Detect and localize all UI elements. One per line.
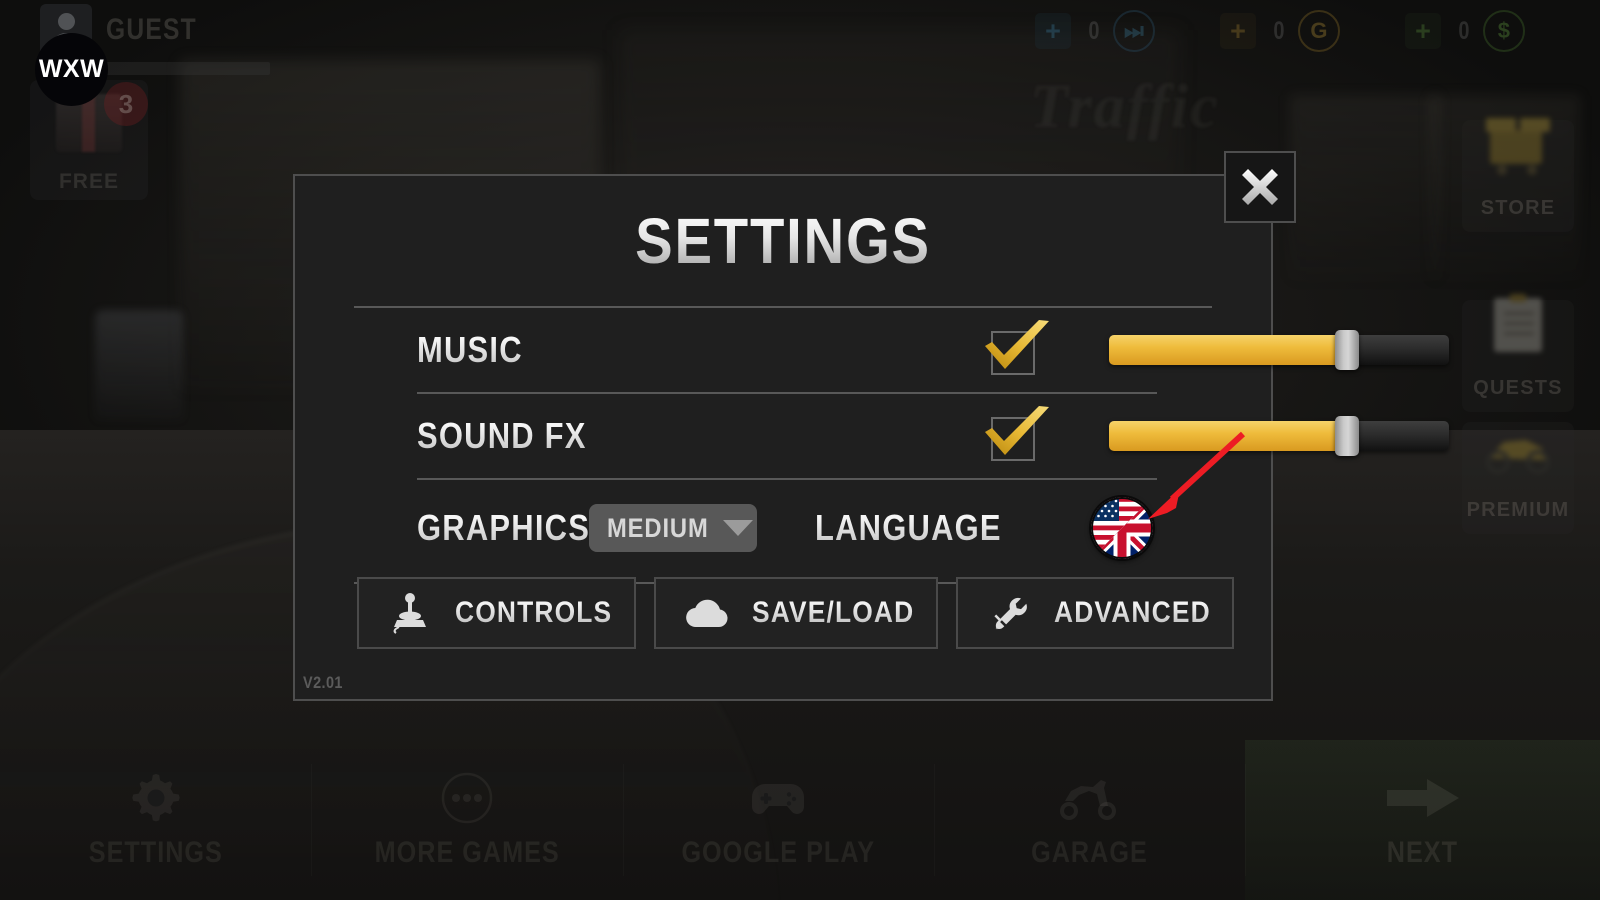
sound-fx-checkbox[interactable] bbox=[979, 405, 1053, 467]
top-hud-bar: GUEST + 0 ⏭ + 0 G + 0 $ bbox=[0, 0, 1600, 75]
row-sound-fx: SOUND FX bbox=[417, 394, 1449, 478]
settings-dialog: SETTINGS MUSIC SOUND FX GRAPHICS MEDIUM … bbox=[293, 174, 1449, 701]
arrow-right-icon bbox=[1383, 770, 1463, 826]
add-cash-button[interactable]: + bbox=[1405, 13, 1441, 49]
nav-item-next[interactable]: NEXT bbox=[1245, 740, 1600, 900]
row-music: MUSIC bbox=[417, 308, 1449, 392]
chevron-down-icon bbox=[722, 520, 753, 536]
advanced-button[interactable]: ADVANCED bbox=[956, 577, 1235, 649]
watermark-badge: WXW bbox=[35, 33, 108, 106]
currency-skip[interactable]: + 0 ⏭ bbox=[1035, 10, 1155, 52]
nav-label-garage: GARAGE bbox=[1031, 836, 1148, 869]
gift-label: FREE bbox=[58, 170, 119, 193]
music-volume-slider[interactable] bbox=[1109, 330, 1449, 370]
advanced-label: ADVANCED bbox=[1054, 596, 1212, 629]
wrench-icon bbox=[986, 590, 1032, 636]
gold-checkmark-icon bbox=[985, 406, 1049, 455]
currency-cash[interactable]: + 0 $ bbox=[1405, 10, 1525, 52]
rail-item-store[interactable]: STORE bbox=[1462, 118, 1574, 232]
rail-label-quests: QUESTS bbox=[1473, 377, 1563, 399]
rail-label-store: STORE bbox=[1480, 197, 1556, 219]
rail-item-quests[interactable]: QUESTS bbox=[1462, 294, 1574, 412]
game-screen: Traffic GUEST + 0 ⏭ + 0 G + 0 $ 3 FREE S… bbox=[0, 0, 1600, 900]
controls-label: CONTROLS bbox=[455, 596, 613, 629]
nav-item-more-games[interactable]: MORE GAMES bbox=[311, 740, 622, 900]
profile-name: GUEST bbox=[106, 13, 197, 46]
cloud-upload-icon bbox=[684, 590, 730, 636]
music-slider-handle[interactable] bbox=[1335, 330, 1359, 370]
skip-token-icon: ⏭ bbox=[1112, 10, 1155, 52]
close-dialog-button[interactable] bbox=[1224, 151, 1296, 223]
row-graphics-language: GRAPHICS MEDIUM LANGUAGE bbox=[417, 480, 1271, 576]
premium-bike-icon bbox=[1486, 440, 1550, 474]
nav-label-more-games: MORE GAMES bbox=[374, 836, 560, 869]
more-dots-icon bbox=[439, 770, 495, 826]
nav-label-settings: SETTINGS bbox=[88, 836, 223, 869]
bottom-navigation-bar: SETTINGS MORE GAMES GOOGLE PLAY GARAGE N… bbox=[0, 740, 1600, 900]
cash-value: 0 bbox=[1458, 16, 1470, 45]
nav-item-settings[interactable]: SETTINGS bbox=[0, 740, 311, 900]
gold-coin-icon: G bbox=[1297, 10, 1340, 52]
graphics-selected-value: MEDIUM bbox=[607, 512, 709, 543]
label-graphics: GRAPHICS bbox=[417, 507, 591, 548]
music-checkbox[interactable] bbox=[979, 319, 1053, 381]
nav-item-google-play[interactable]: GOOGLE PLAY bbox=[622, 740, 934, 900]
dialog-title: SETTINGS bbox=[354, 204, 1213, 278]
graphics-quality-dropdown[interactable]: MEDIUM bbox=[589, 504, 757, 552]
bg-trash-bin bbox=[95, 310, 183, 420]
save-load-label: SAVE/LOAD bbox=[751, 596, 915, 629]
gold-value: 0 bbox=[1273, 16, 1285, 45]
version-label: V2.01 bbox=[303, 673, 343, 692]
us-uk-flag-icon bbox=[1091, 497, 1153, 559]
nav-label-google-play: GOOGLE PLAY bbox=[681, 836, 875, 869]
music-slider-fill bbox=[1109, 335, 1347, 365]
store-cart-icon bbox=[1486, 118, 1550, 175]
rail-item-premium[interactable]: PREMIUM bbox=[1462, 422, 1574, 534]
currency-gold[interactable]: + 0 G bbox=[1220, 10, 1340, 52]
bg-game-logo: Traffic bbox=[1030, 73, 1220, 141]
dialog-action-buttons: CONTROLS SAVE/LOAD ADVANCED bbox=[357, 577, 1235, 649]
joystick-icon bbox=[387, 590, 433, 636]
gamepad-icon bbox=[749, 770, 807, 826]
nav-label-next: NEXT bbox=[1386, 836, 1459, 869]
bg-poster-left bbox=[1290, 95, 1440, 280]
language-flag-button[interactable] bbox=[1091, 497, 1153, 559]
nav-item-garage[interactable]: GARAGE bbox=[933, 740, 1245, 900]
add-skip-button[interactable]: + bbox=[1035, 13, 1071, 49]
rail-label-premium: PREMIUM bbox=[1466, 499, 1570, 521]
add-gold-button[interactable]: + bbox=[1220, 13, 1256, 49]
sound-fx-slider-fill bbox=[1109, 421, 1347, 451]
gear-icon bbox=[128, 770, 184, 826]
close-x-icon bbox=[1242, 169, 1278, 205]
label-sound-fx: SOUND FX bbox=[417, 415, 587, 456]
label-music: MUSIC bbox=[417, 329, 523, 370]
cash-coin-icon: $ bbox=[1482, 10, 1525, 52]
sound-fx-volume-slider[interactable] bbox=[1109, 416, 1449, 456]
label-language: LANGUAGE bbox=[815, 507, 1002, 548]
skip-value: 0 bbox=[1088, 16, 1100, 45]
save-load-button[interactable]: SAVE/LOAD bbox=[653, 577, 939, 649]
quests-clipboard-icon bbox=[1494, 294, 1542, 352]
gold-checkmark-icon bbox=[985, 320, 1049, 369]
controls-button[interactable]: CONTROLS bbox=[357, 577, 636, 649]
scooter-icon bbox=[1057, 770, 1121, 826]
gift-count-badge: 3 bbox=[104, 82, 148, 126]
sound-fx-slider-handle[interactable] bbox=[1335, 416, 1359, 456]
